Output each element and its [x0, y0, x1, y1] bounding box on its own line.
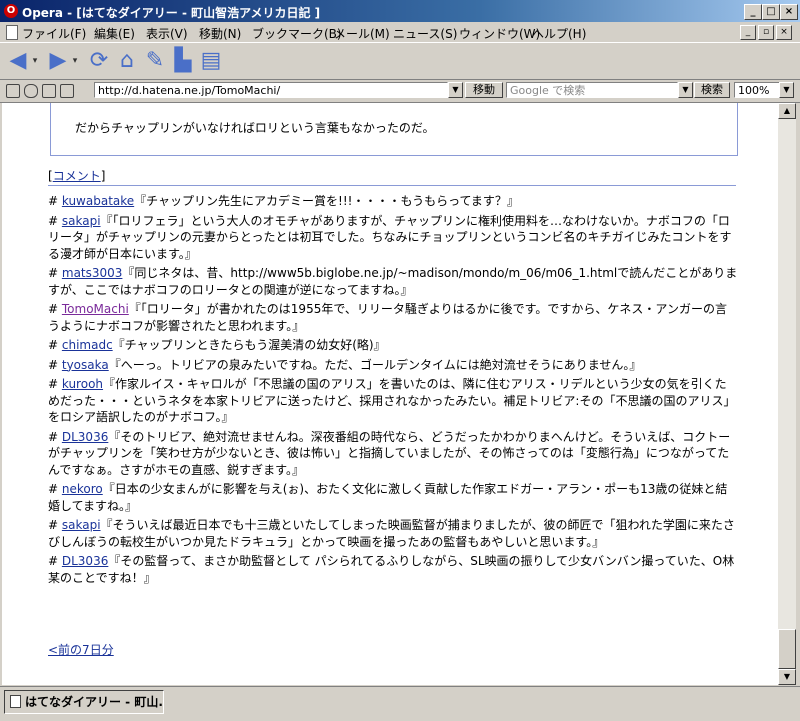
page-content: だからチャップリンがいなければロリという言葉もなかったのだ。 [コメント] # … — [2, 103, 778, 685]
bookmark-icon[interactable] — [76, 84, 88, 96]
forward-history-icon[interactable]: ▾ — [70, 48, 80, 74]
go-button[interactable]: 移動 — [465, 82, 503, 98]
page-tab-icon — [10, 695, 21, 708]
title-bar: O Opera - [はてなダイアリー - 町山智浩アメリカ日記 ] _ □ × — [0, 0, 800, 22]
address-dropdown-icon[interactable]: ▼ — [448, 82, 463, 98]
comment-text: 『その監督って、まさか助監督として パシられてるふりしながら、SL映画の振りして… — [48, 554, 735, 585]
quote-box: だからチャップリンがいなければロリという言葉もなかったのだ。 — [50, 103, 738, 156]
comment-text: 『「ロリフェラ」という大人のオモチャがありますが、チャップリンに権利使用料を…な… — [48, 213, 732, 261]
scroll-thumb[interactable] — [778, 629, 796, 669]
security-lock-icon[interactable] — [6, 84, 20, 98]
info-icon[interactable] — [24, 84, 38, 98]
back-icon[interactable]: ◀ — [6, 48, 30, 74]
comment-user-link[interactable]: kuwabatake — [62, 194, 134, 208]
tab-hatena-diary[interactable]: はてなダイアリー - 町山... — [4, 690, 164, 714]
comment-user-link[interactable]: DL3036 — [62, 554, 108, 568]
comment-text: 『作家ルイス・キャロルが「不思議の国のアリス」を書いたのは、隣に住むアリス・リデ… — [48, 377, 736, 424]
comment-text: 『へーっ。トリビアの泉みたいですね。ただ、ゴールデンタイムには絶対流せそうにあり… — [108, 357, 642, 372]
comment-text: 『日本の少女まんがに影響を与え(ぉ)、おたく文化に激しく貢献した作家エドガー・ア… — [48, 482, 728, 513]
comment-user-link[interactable]: sakapi — [62, 214, 101, 228]
menu-edit[interactable]: 編集(E) — [94, 25, 135, 42]
mdi-close-button[interactable]: × — [776, 25, 792, 40]
hotlist-icon[interactable]: ✎ — [142, 48, 168, 74]
comment-header: [コメント] — [48, 169, 106, 183]
quote-text: だからチャップリンがいなければロリという言葉もなかったのだ。 — [75, 121, 435, 135]
comment-divider — [48, 185, 736, 186]
print-preview-icon[interactable] — [60, 84, 74, 98]
scroll-up-icon[interactable]: ▲ — [778, 103, 796, 119]
comment-text: 『そういえば最近日本でも十三歳といたしてしまった映画監督が捕まりましたが、彼の師… — [48, 518, 735, 549]
menu-view[interactable]: 表示(V) — [146, 25, 188, 42]
previous-week-link[interactable]: <前の7日分 — [48, 641, 114, 658]
search-input[interactable]: Google で検索 — [506, 82, 678, 98]
reload-icon[interactable]: ⟳ — [86, 48, 112, 74]
comment-item: # DL3036『そのトリビア、絶対流せませんね。深夜番組の時代なら、どうだった… — [48, 429, 731, 477]
window-title: Opera - [はてなダイアリー - 町山智浩アメリカ日記 ] — [22, 6, 321, 20]
forward-icon[interactable]: ▶ — [46, 48, 70, 74]
comment-text: 『そのトリビア、絶対流せませんね。深夜番組の時代なら、どうだったかわかりまへんけ… — [48, 429, 731, 477]
comment-item: # sakapi『「ロリフェラ」という大人のオモチャがありますが、チャップリンに… — [48, 213, 732, 261]
menu-bookmarks[interactable]: ブックマーク(B) — [252, 25, 342, 42]
comment-user-link[interactable]: nekoro — [62, 482, 103, 496]
menu-help[interactable]: ヘルプ(H) — [532, 25, 586, 42]
address-input[interactable]: http://d.hatena.ne.jp/TomoMachi/ — [94, 82, 448, 98]
comment-item: # kuwabatake『チャップリン先生にアカデミー賞を!!!・・・・もうもら… — [48, 194, 519, 208]
comment-item: # kurooh『作家ルイス・キャロルが「不思議の国のアリス」を書いたのは、隣に… — [48, 377, 736, 424]
menu-file[interactable]: ファイル(F) — [22, 25, 86, 42]
comment-user-link[interactable]: tyosaka — [62, 358, 109, 372]
menu-window[interactable]: ウィンドウ(W) — [459, 25, 540, 42]
tab-label: はてなダイアリー - 町山... — [25, 695, 164, 709]
comment-item: # chimadc『チャップリンときたらもう渥美清の幼女好(略)』 — [48, 338, 386, 352]
document-icon — [6, 25, 18, 40]
menu-navigate[interactable]: 移動(N) — [199, 25, 241, 42]
comment-user-link[interactable]: kurooh — [62, 377, 103, 391]
comment-item: # sakapi『そういえば最近日本でも十三歳といたしてしまった映画監督が捕まり… — [48, 518, 735, 549]
mdi-restore-button[interactable]: ▫ — [758, 25, 774, 40]
comment-user-link[interactable]: mats3003 — [62, 266, 123, 280]
comment-user-link[interactable]: TomoMachi — [62, 302, 129, 316]
comment-item: # TomoMachi『「ロリータ」が書かれたのは1955年で、リリータ騒ぎより… — [48, 302, 727, 333]
close-button[interactable]: × — [780, 4, 798, 20]
zoom-dropdown-icon[interactable]: ▼ — [779, 82, 794, 98]
minimize-button[interactable]: _ — [744, 4, 762, 20]
comment-text: 『チャップリンときたらもう渥美清の幼女好(略)』 — [112, 338, 386, 352]
home-icon[interactable]: ⌂ — [114, 48, 140, 74]
tab-bar: はてなダイアリー - 町山... — [0, 686, 800, 721]
maximize-button[interactable]: □ — [762, 4, 780, 20]
scroll-down-icon[interactable]: ▼ — [778, 669, 796, 685]
comment-user-link[interactable]: chimadc — [62, 338, 113, 352]
save-icon[interactable]: ▤ — [198, 48, 224, 74]
comment-text: 『同じネタは、昔、http://www5b.biglobe.ne.jp/~mad… — [48, 266, 738, 297]
comment-item: # DL3036『その監督って、まさか助監督として パシられてるふりしながら、S… — [48, 554, 735, 585]
vertical-scrollbar[interactable]: ▲ ▼ — [778, 103, 796, 685]
comment-item: # nekoro『日本の少女まんがに影響を与え(ぉ)、おたく文化に激しく貢献した… — [48, 482, 728, 513]
menu-news[interactable]: ニュース(S) — [393, 25, 457, 42]
comment-item: # mats3003『同じネタは、昔、http://www5b.biglobe.… — [48, 266, 738, 297]
search-button[interactable]: 検索 — [694, 82, 730, 98]
comment-item: # tyosaka『へーっ。トリビアの泉みたいですね。ただ、ゴールデンタイムには… — [48, 357, 642, 372]
navigation-toolbar: ◀ ▾ ▶ ▾ ⟳ ⌂ ✎ ▙ ▤ — [0, 43, 800, 80]
comment-user-link[interactable]: sakapi — [62, 518, 101, 532]
comment-list: # kuwabatake『チャップリン先生にアカデミー賞を!!!・・・・もうもら… — [48, 193, 738, 589]
search-engine-dropdown-icon[interactable]: ▼ — [678, 82, 693, 98]
comment-text: 『チャップリン先生にアカデミー賞を!!!・・・・もうもらってます？』 — [134, 194, 519, 208]
address-toolbar: http://d.hatena.ne.jp/TomoMachi/ ▼ 移動 Go… — [0, 80, 800, 103]
mdi-minimize-button[interactable]: _ — [740, 25, 756, 40]
comment-text: 『「ロリータ」が書かれたのは1955年で、リリータ騒ぎよりはるかに後です。ですか… — [48, 302, 727, 333]
opera-logo-icon: O — [4, 4, 18, 18]
comment-link[interactable]: コメント — [53, 169, 101, 183]
menu-mail[interactable]: メール(M) — [334, 25, 390, 42]
page-icon[interactable] — [42, 84, 56, 98]
zoom-field[interactable]: 100% — [734, 82, 780, 98]
comment-user-link[interactable]: DL3036 — [62, 430, 108, 444]
print-icon[interactable]: ▙ — [170, 48, 196, 74]
back-history-icon[interactable]: ▾ — [30, 48, 40, 74]
menu-bar: ファイル(F) 編集(E) 表示(V) 移動(N) ブックマーク(B) メール(… — [0, 22, 800, 43]
